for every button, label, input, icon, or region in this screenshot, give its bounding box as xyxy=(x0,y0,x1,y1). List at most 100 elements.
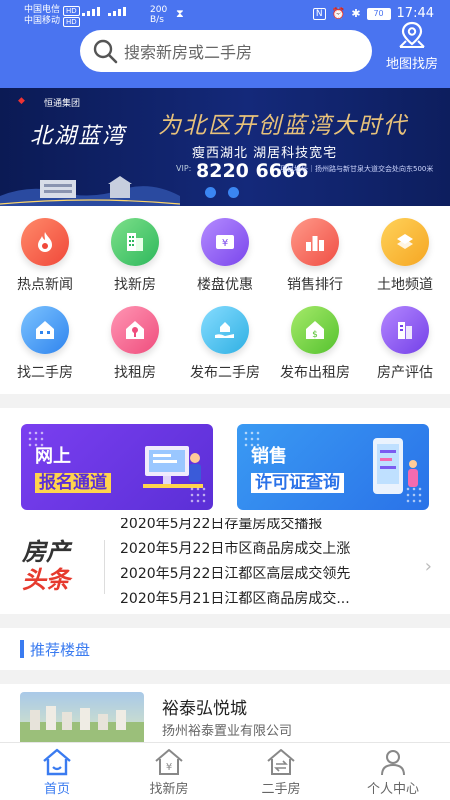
evaluate-icon xyxy=(381,306,429,354)
discount-tag-icon: ¥ xyxy=(201,218,249,266)
key-house-icon xyxy=(111,306,159,354)
menu-rental[interactable]: 找租房 xyxy=(90,306,180,382)
carrier-1: 中国电信 xyxy=(24,5,61,15)
property-name: 裕泰弘悦城 xyxy=(162,699,247,719)
network-speed: 200 B/s xyxy=(150,5,167,25)
map-search-label: 地图找房 xyxy=(385,57,438,72)
ranking-icon xyxy=(291,218,339,266)
svg-text:¥: ¥ xyxy=(222,238,228,249)
headline-item[interactable]: 2020年5月22日存量房成交播报 xyxy=(120,518,410,537)
divider xyxy=(104,540,105,594)
headline-item[interactable]: 2020年5月22日江都区高层成交领先 xyxy=(120,562,410,587)
tab-new-house[interactable]: ¥ 找新房 xyxy=(124,747,214,797)
tab-label: 首页 xyxy=(43,782,70,797)
menu-sales-ranking[interactable]: 销售排行 xyxy=(270,218,360,294)
menu-label: 热点新闻 xyxy=(17,277,73,293)
card-title: 网上 xyxy=(35,446,71,467)
carrier-2: 中国移动 xyxy=(24,16,61,26)
quick-menu: 热点新闻 找新房 ¥ 楼盘优惠 销售排行 土地频道 找二手房 找租房 发布二手房… xyxy=(0,206,450,394)
hand-house-icon xyxy=(201,306,249,354)
headline-list: 2020年5月22日存量房成交播报 2020年5月22日市区商品房成交上涨 20… xyxy=(120,518,410,612)
recommend-title: 推荐楼盘 xyxy=(30,641,91,659)
property-developer: 扬州裕泰置业有限公司 xyxy=(162,724,293,739)
menu-new-house[interactable]: 找新房 xyxy=(90,218,180,294)
new-house-icon: ¥ xyxy=(155,749,183,775)
search-placeholder: 搜索新房或二手房 xyxy=(124,43,253,62)
money-house-icon: $ xyxy=(291,306,339,354)
menu-label: 房产评估 xyxy=(377,365,433,381)
section-accent-bar xyxy=(20,640,24,658)
menu-publish-rental[interactable]: $ 发布出租房 xyxy=(270,306,360,382)
house-icon xyxy=(21,306,69,354)
status-right: N ⏰ ✱ 70 17:44 xyxy=(312,6,434,21)
headlines-logo-line2: 头条 xyxy=(22,565,70,594)
hd-badge: HD xyxy=(63,16,80,27)
headlines-logo: 房产 头条 xyxy=(22,538,70,594)
recommend-header: 推荐楼盘 xyxy=(0,628,450,670)
tab-profile[interactable]: 个人中心 xyxy=(348,747,438,797)
tab-label: 二手房 xyxy=(261,782,301,797)
card-subtitle: 许可证查询 xyxy=(251,468,344,493)
tab-label: 个人中心 xyxy=(366,782,419,797)
tab-home[interactable]: 首页 xyxy=(12,747,102,797)
bluetooth-icon: ✱ xyxy=(351,7,361,20)
promo-banner[interactable]: ◆ 恒通集团 北湖蓝湾 为北区开创蓝湾大时代 瘦西湖北 湖居科技宽宅 VIP: … xyxy=(0,88,450,206)
clock: 17:44 xyxy=(396,6,434,21)
promo-cards: 网上 报名通道 销售 许可证查询 xyxy=(0,408,450,518)
menu-label: 找二手房 xyxy=(17,365,73,381)
card-title: 销售 xyxy=(251,446,287,467)
menu-label: 找新房 xyxy=(114,277,156,293)
menu-publish-second-hand[interactable]: 发布二手房 xyxy=(180,306,270,382)
menu-second-hand[interactable]: 找二手房 xyxy=(0,306,90,382)
headlines-logo-line1: 房产 xyxy=(22,537,70,566)
menu-label: 发布出租房 xyxy=(280,365,350,381)
signal-icon xyxy=(82,7,100,16)
tab-second-hand[interactable]: 二手房 xyxy=(236,747,326,797)
menu-evaluation[interactable]: 房产评估 xyxy=(360,306,450,382)
user-icon xyxy=(381,750,405,776)
banner-subtitle: 瘦西湖北 湖居科技宽宅 xyxy=(192,146,338,161)
online-registration-card[interactable]: 网上 报名通道 xyxy=(21,424,213,510)
battery-icon: 70 xyxy=(366,7,391,20)
menu-label: 找租房 xyxy=(114,365,156,381)
city-skyline-illustration xyxy=(0,176,180,206)
headline-item[interactable]: 2020年5月21日江都区商品房成交... xyxy=(120,587,410,612)
fire-icon xyxy=(21,218,69,266)
menu-label: 土地频道 xyxy=(377,277,433,293)
banner-page-indicator[interactable] xyxy=(205,187,239,198)
banner-slogan: 为北区开创蓝湾大时代 xyxy=(158,113,408,139)
page-dot[interactable] xyxy=(228,187,239,198)
page-dot[interactable] xyxy=(205,187,216,198)
svg-text:¥: ¥ xyxy=(166,762,172,773)
menu-label: 销售排行 xyxy=(287,277,343,293)
chevron-right-icon[interactable]: › xyxy=(425,556,432,577)
tab-label: 找新房 xyxy=(149,782,189,797)
search-input[interactable]: 搜索新房或二手房 xyxy=(80,30,372,72)
speed-value: 200 xyxy=(150,5,168,15)
map-search-button[interactable]: 地图找房 xyxy=(380,20,444,76)
headlines-ticker[interactable]: 房产 头条 2020年5月22日存量房成交播报 2020年5月22日市区商品房成… xyxy=(0,518,450,614)
banner-project-name: 北湖蓝湾 xyxy=(30,124,127,149)
banner-address: 项目地址｜扬州路与新甘泉大道交会处向东500米 xyxy=(280,165,434,173)
license-query-card[interactable]: 销售 许可证查询 xyxy=(237,424,429,510)
signal-icon xyxy=(108,7,126,16)
second-hand-icon xyxy=(267,749,295,775)
brand-logo: ◆ xyxy=(18,96,25,106)
nfc-icon: N xyxy=(312,7,326,20)
menu-land-channel[interactable]: 土地频道 xyxy=(360,218,450,294)
card-subtitle: 报名通道 xyxy=(35,468,111,493)
svg-text:$: $ xyxy=(312,330,318,340)
menu-hot-news[interactable]: 热点新闻 xyxy=(0,218,90,294)
hd-badge: HD xyxy=(63,5,80,16)
decor-dots xyxy=(405,486,423,504)
search-icon xyxy=(93,39,118,64)
brand-name: 恒通集团 xyxy=(44,99,81,109)
land-grid-icon xyxy=(381,218,429,266)
carrier-info: 中国电信 HD 中国移动 HD xyxy=(24,5,80,27)
home-icon xyxy=(43,748,71,776)
building-icon xyxy=(111,218,159,266)
hourglass-icon: ⧗ xyxy=(176,7,184,20)
menu-discount[interactable]: ¥ 楼盘优惠 xyxy=(180,218,270,294)
menu-label: 楼盘优惠 xyxy=(197,277,253,293)
headline-item[interactable]: 2020年5月22日市区商品房成交上涨 xyxy=(120,537,410,562)
